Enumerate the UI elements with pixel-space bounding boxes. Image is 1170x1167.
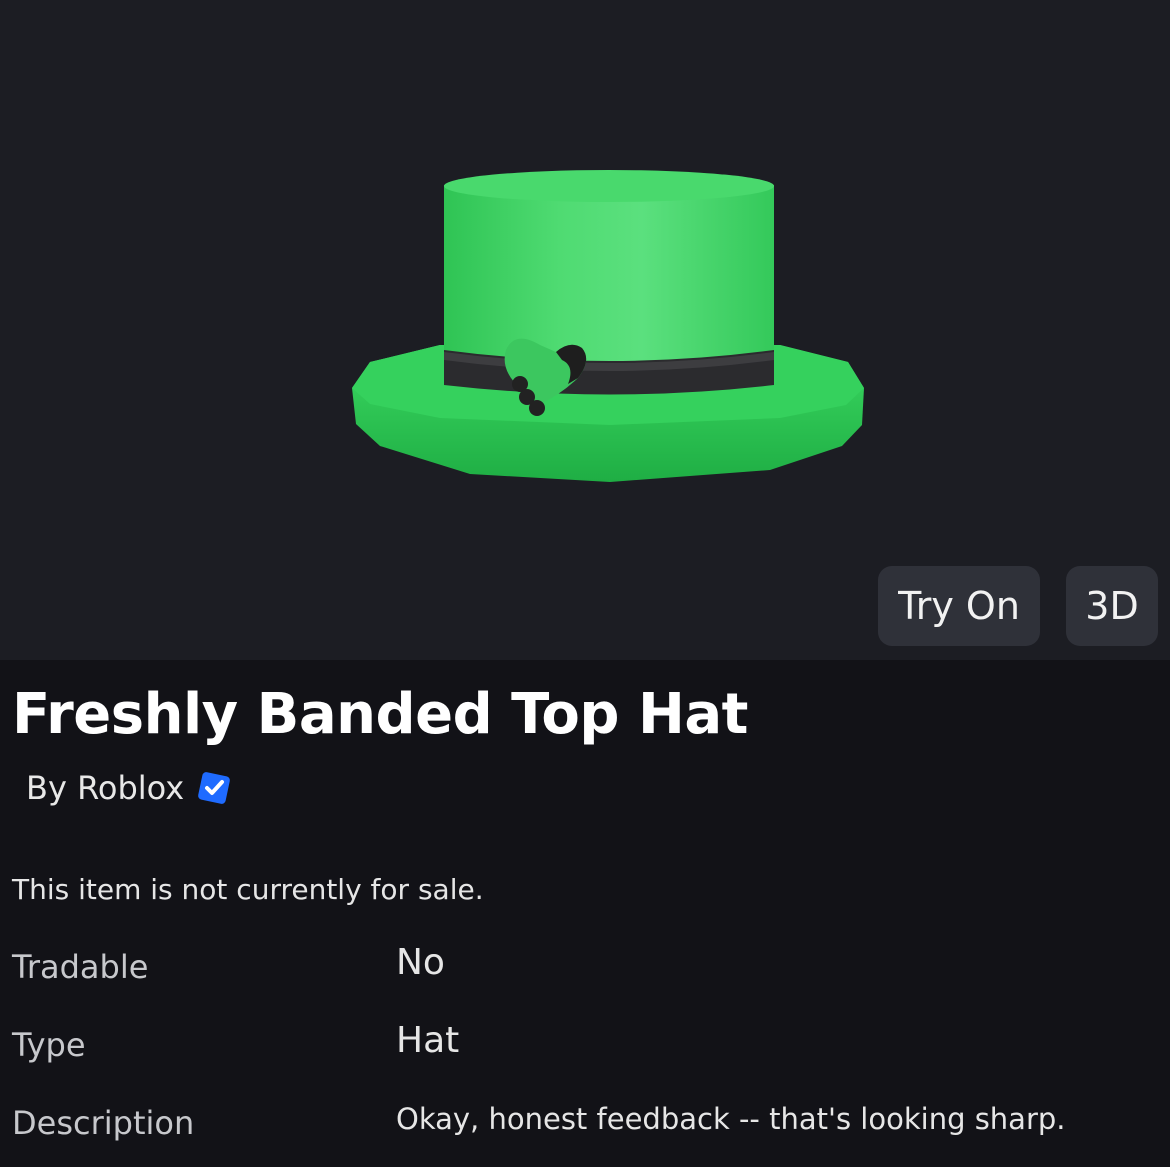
description-value: Okay, honest feedback -- that's looking … xyxy=(396,1102,1066,1136)
description-label: Description xyxy=(12,1104,195,1142)
try-on-button[interactable]: Try On xyxy=(878,566,1040,646)
type-label: Type xyxy=(12,1026,86,1064)
sale-status-text: This item is not currently for sale. xyxy=(12,873,484,906)
green-top-hat-image xyxy=(352,170,864,482)
verified-badge-icon xyxy=(198,772,231,804)
tradable-value: No xyxy=(396,942,445,983)
item-title: Freshly Banded Top Hat xyxy=(12,682,748,747)
3d-view-button[interactable]: 3D xyxy=(1066,566,1158,646)
creator-name: By Roblox xyxy=(26,769,185,807)
creator-link[interactable]: By Roblox xyxy=(26,768,234,808)
item-3d-viewer[interactable]: Try On 3D xyxy=(0,0,1170,660)
tradable-label: Tradable xyxy=(12,948,149,986)
type-value: Hat xyxy=(396,1020,460,1061)
